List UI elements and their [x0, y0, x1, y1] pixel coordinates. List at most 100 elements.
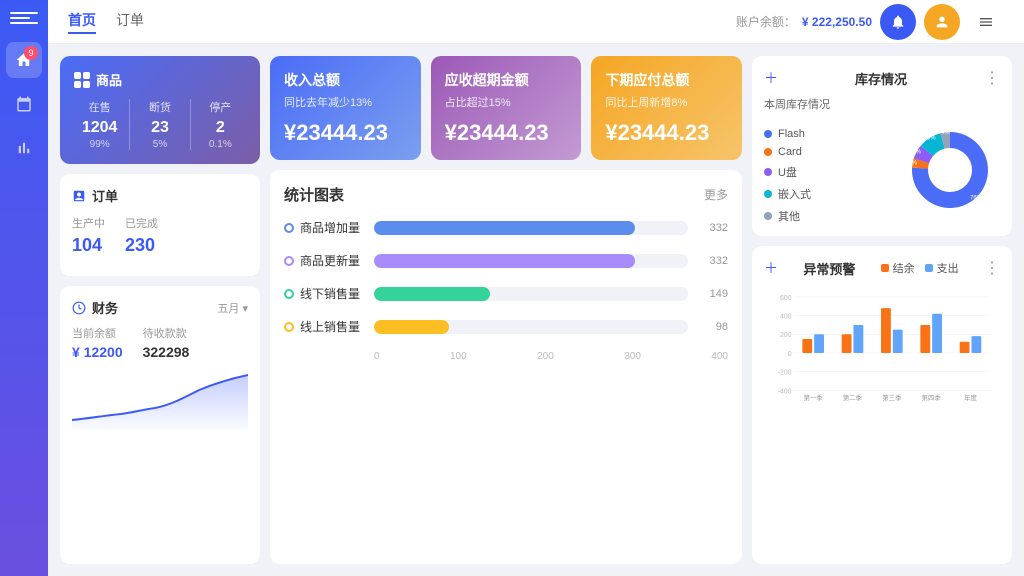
goods-grid-icon [74, 72, 90, 88]
svg-text:600: 600 [780, 295, 792, 302]
inventory-card: ＋ 库存情况 ⋮ 本周库存情况 FlashCardU盘嵌入式其他 76%4%6%… [752, 56, 1012, 236]
svg-text:-200: -200 [778, 370, 792, 377]
menu-icon[interactable] [10, 12, 38, 34]
bar-dot [284, 223, 294, 233]
anomaly-card: ＋ 异常预警 结余 支出 ⋮ 60040 [752, 246, 1012, 564]
bar-count: 149 [698, 288, 728, 300]
order-value-producing: 104 [72, 235, 105, 256]
right-column: ＋ 库存情况 ⋮ 本周库存情况 FlashCardU盘嵌入式其他 76%4%6%… [752, 56, 1012, 564]
balance-label: 账户余额： [736, 13, 796, 30]
perf-overdue-value: ¥23444.23 [445, 120, 568, 146]
bar-track [374, 221, 688, 235]
x-label: 年度 [964, 393, 977, 402]
donut-chart: 76%4%6%10%4% [900, 120, 1000, 220]
finance-header: 财务 五月 ▾ [72, 298, 248, 317]
perf-income-value: ¥23444.23 [284, 120, 407, 146]
finance-title-area: 财务 [72, 298, 118, 317]
bar-count: 332 [698, 222, 728, 234]
legend-dot [764, 190, 772, 198]
bar-fill [374, 320, 449, 334]
legend-dot [764, 130, 772, 138]
balance-dot [881, 264, 889, 272]
perf-income-title: 收入总额 [284, 70, 407, 90]
bar-fill [374, 254, 635, 268]
donut-label: 76% [970, 195, 983, 201]
balance-bar [960, 342, 970, 353]
finance-balance-label: 当前余额 [72, 325, 123, 341]
perf-income-sub: 同比去年减少13% [284, 94, 407, 110]
bar-dot [284, 256, 294, 266]
header-right: 账户余额： ¥ 222,250.50 [736, 4, 1004, 40]
home-badge: 9 [24, 46, 38, 60]
perf-payable-title: 下期应付总额 [605, 70, 728, 90]
mid-column: 收入总额 同比去年减少13% ¥23444.23 应收超期金额 占比超过15% … [270, 56, 742, 564]
sidebar-item-calendar[interactable] [6, 86, 42, 122]
avatar-button[interactable] [924, 4, 960, 40]
legend-item: U盘 [764, 164, 892, 180]
bar-label: 线上销售量 [284, 318, 364, 335]
balance-value: ¥ 222,250.50 [802, 15, 872, 29]
stat-bar-row: 线下销售量 149 [284, 285, 728, 302]
order-label-done: 已完成 [125, 215, 158, 231]
stat-bar-row: 线上销售量 98 [284, 318, 728, 335]
bar-fill [374, 221, 635, 235]
goods-stat-onsale: 在售 1204 99% [74, 99, 125, 150]
perf-payable-value: ¥23444.23 [605, 120, 728, 146]
anomaly-add-button[interactable]: ＋ [764, 258, 778, 278]
divider1 [129, 99, 130, 150]
svg-text:200: 200 [780, 332, 792, 339]
goods-stats: 在售 1204 99% 断货 23 5% 停产 2 0.1% [74, 99, 246, 150]
sidebar-item-chart[interactable] [6, 130, 42, 166]
goods-card-header: 商品 [74, 70, 246, 89]
stats-more[interactable]: 更多 [704, 186, 728, 203]
legend-item: 嵌入式 [764, 186, 892, 202]
stat-bar-row: 商品更新量 332 [284, 252, 728, 269]
expense-bar [893, 330, 903, 353]
order-stat-done: 已完成 230 [125, 215, 158, 256]
tab-home[interactable]: 首页 [68, 10, 96, 34]
order-stat-producing: 生产中 104 [72, 215, 105, 256]
goods-label-onsale: 在售 [74, 99, 125, 115]
month-select[interactable]: 五月 ▾ [217, 300, 248, 316]
finance-row: 当前余额 ¥ 12200 待收款款 322298 [72, 325, 248, 360]
donut-label: 10% [924, 135, 937, 141]
bar-text: 商品增加量 [300, 219, 360, 236]
anomaly-more-button[interactable]: ⋮ [984, 258, 1000, 278]
inv-title: 库存情况 [855, 69, 907, 88]
tab-order[interactable]: 订单 [116, 10, 144, 34]
balance-bar [802, 339, 812, 353]
expense-bar [853, 325, 863, 353]
goods-card: 商品 在售 1204 99% 断货 23 5% [60, 56, 260, 164]
x-label: 第四季 [922, 393, 942, 402]
perf-card-payable: 下期应付总额 同比上周新增8% ¥23444.23 [591, 56, 742, 160]
anomaly-title: 异常预警 [803, 259, 855, 278]
sidebar-item-home[interactable]: 9 [6, 42, 42, 78]
goods-label-stopped: 停产 [195, 99, 246, 115]
x-label: 第二季 [843, 393, 863, 402]
balance-area: 账户余额： ¥ 222,250.50 [736, 13, 872, 30]
bell-button[interactable] [880, 4, 916, 40]
order-stats: 生产中 104 已完成 230 [72, 215, 248, 256]
svg-text:-400: -400 [778, 388, 792, 395]
legend-dot [764, 148, 772, 156]
x-label: 第一季 [804, 393, 824, 402]
bar-label: 商品更新量 [284, 252, 364, 269]
legend-item: Card [764, 146, 892, 158]
finance-chart: 01020304050607 [72, 370, 248, 430]
anomaly-legend: 结余 支出 [881, 260, 959, 276]
finance-card: 财务 五月 ▾ 当前余额 ¥ 12200 待收款款 322298 [60, 286, 260, 564]
donut-label: 4% [941, 130, 950, 136]
inventory-add-button[interactable]: ＋ [764, 68, 778, 88]
goods-title: 商品 [96, 70, 122, 89]
perf-row: 收入总额 同比去年减少13% ¥23444.23 应收超期金额 占比超过15% … [270, 56, 742, 160]
bar-label: 商品增加量 [284, 219, 364, 236]
inventory-more-button[interactable]: ⋮ [984, 68, 1000, 88]
svg-text:0: 0 [788, 351, 792, 358]
x-label: 第三季 [882, 393, 902, 402]
bar-dot [284, 289, 294, 299]
inv-legend: FlashCardU盘嵌入式其他 [764, 120, 892, 224]
perf-overdue-sub: 占比超过15% [445, 94, 568, 110]
sidebar: 9 [0, 0, 48, 576]
menu-button[interactable] [968, 4, 1004, 40]
goods-stat-stopped: 停产 2 0.1% [195, 99, 246, 150]
